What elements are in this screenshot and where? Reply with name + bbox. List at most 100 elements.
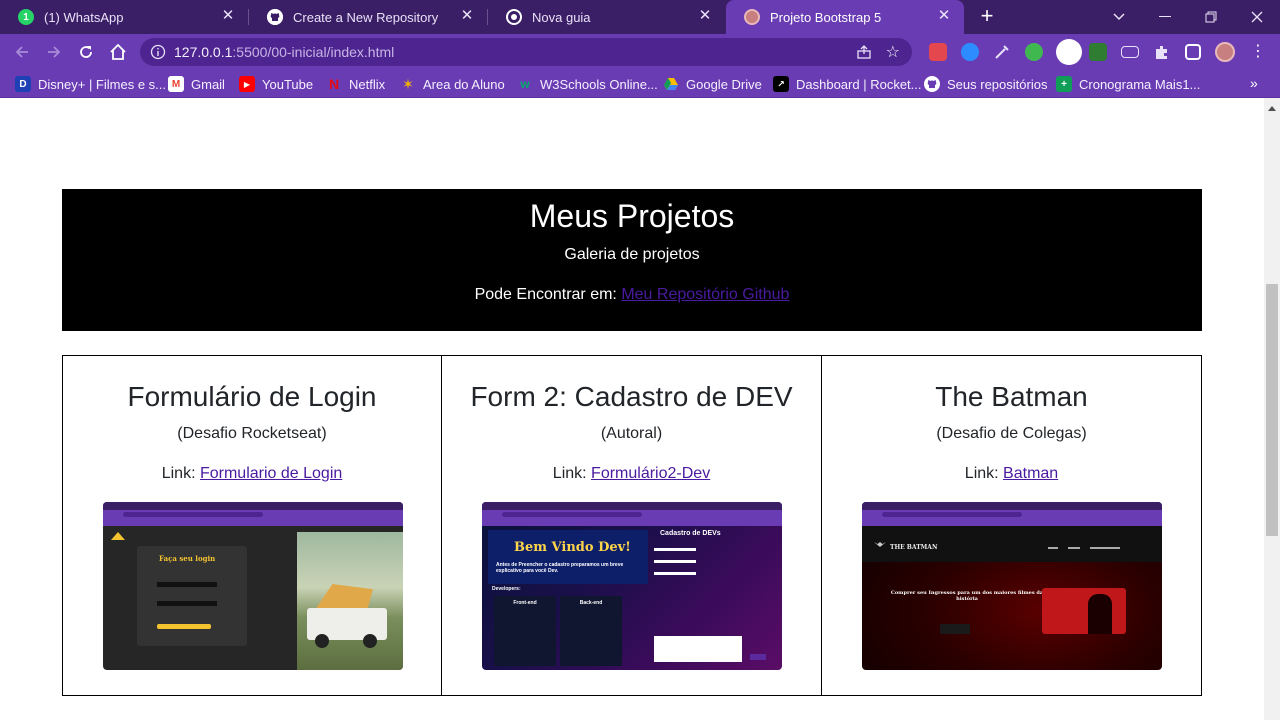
back-icon[interactable] bbox=[10, 40, 34, 64]
thumbnail-textarea bbox=[654, 636, 742, 662]
page-viewport: Meus Projetos Galeria de projetos Pode E… bbox=[0, 98, 1264, 720]
logo-icon bbox=[111, 532, 125, 540]
thumbnail-backend-title: Back-end bbox=[579, 600, 603, 606]
w3schools-icon: w bbox=[520, 77, 530, 91]
check-extension-icon[interactable] bbox=[1025, 43, 1043, 61]
project-screenshot-login[interactable]: Faça seu login bbox=[103, 502, 403, 670]
thumbnail-form-title: Cadastro de DEVs bbox=[660, 530, 721, 537]
close-window-icon[interactable] bbox=[1234, 0, 1280, 34]
batman-figure-shape bbox=[1088, 594, 1112, 634]
youtube-icon: ▶ bbox=[239, 76, 255, 92]
thumbnail-button bbox=[157, 624, 211, 629]
tab-strip: 1 (1) WhatsApp ✕ Create a New Repository… bbox=[0, 0, 1280, 34]
page-title: Meus Projetos bbox=[529, 198, 735, 234]
media-extension-icon[interactable] bbox=[1121, 46, 1139, 58]
scroll-up-arrow-icon[interactable] bbox=[1268, 106, 1276, 111]
thumbnail-input bbox=[654, 548, 696, 551]
project-link[interactable]: Formulário2-Dev bbox=[591, 465, 710, 482]
tab-projeto-bootstrap[interactable]: Projeto Bootstrap 5 ✕ bbox=[726, 0, 964, 34]
github-icon bbox=[924, 76, 940, 92]
project-title: Form 2: Cadastro de DEV bbox=[470, 381, 793, 412]
thumbnail-login-heading: Faça seu login bbox=[159, 554, 216, 563]
tab-label: Nova guia bbox=[532, 9, 591, 25]
thumbnail-browser-chrome bbox=[103, 502, 403, 526]
repository-line: Pode Encontrar em: Meu Repositório Githu… bbox=[62, 286, 1202, 304]
project-link[interactable]: Formulario de Login bbox=[200, 465, 342, 482]
tent-shape bbox=[315, 584, 373, 610]
profile-avatar[interactable] bbox=[1215, 42, 1235, 62]
thumbnail-photo bbox=[297, 532, 403, 670]
thumbnail-brand: THE BATMAN bbox=[890, 544, 938, 551]
drive-icon bbox=[663, 76, 679, 92]
home-icon[interactable] bbox=[106, 40, 130, 64]
thumbnail-developers-label: Developers: bbox=[492, 586, 521, 592]
bookmark-label: W3Schools Online... bbox=[540, 76, 658, 92]
bookmark-youtube[interactable]: ▶ YouTube bbox=[239, 76, 313, 92]
bookmark-rocketseat[interactable]: ↗ Dashboard | Rocket... bbox=[773, 76, 922, 92]
tab-search-chevron-icon[interactable] bbox=[1096, 0, 1142, 34]
json-extension-icon[interactable] bbox=[1056, 39, 1082, 65]
address-bar[interactable]: 127.0.0.1:5500/00-inicial/index.html ☆ bbox=[140, 38, 912, 66]
project-card-login: Formulário de Login (Desafio Rocketseat)… bbox=[62, 355, 442, 696]
eyedropper-extension-icon[interactable] bbox=[993, 43, 1011, 61]
bookmark-label: Seus repositórios bbox=[947, 76, 1048, 92]
bookmark-label: Area do Aluno bbox=[423, 76, 505, 92]
bookmark-w3schools[interactable]: w W3Schools Online... bbox=[517, 76, 658, 92]
bookmark-label: Google Drive bbox=[686, 76, 762, 92]
wheel-shape bbox=[363, 634, 377, 648]
close-icon[interactable]: ✕ bbox=[697, 8, 713, 24]
bookmark-area-aluno[interactable]: ✶ Area do Aluno bbox=[400, 76, 505, 92]
github-repository-link[interactable]: Meu Repositório Github bbox=[621, 286, 789, 303]
bookmark-label: Disney+ | Filmes e s... bbox=[38, 76, 166, 92]
tab-whatsapp[interactable]: 1 (1) WhatsApp ✕ bbox=[0, 0, 248, 34]
forward-icon[interactable] bbox=[42, 40, 66, 64]
thumbnail-browser-chrome bbox=[862, 502, 1162, 526]
url-text: 127.0.0.1:5500/00-inicial/index.html bbox=[174, 44, 394, 60]
side-panel-icon[interactable] bbox=[1185, 44, 1201, 60]
tab-nova-guia[interactable]: Nova guia ✕ bbox=[488, 0, 725, 34]
project-card-dev: Form 2: Cadastro de DEV (Autoral) Link: … bbox=[441, 355, 822, 696]
bookmark-label: Gmail bbox=[191, 76, 225, 92]
restore-icon[interactable] bbox=[1188, 0, 1234, 34]
bookmark-disney[interactable]: D Disney+ | Filmes e s... bbox=[15, 76, 166, 92]
close-icon[interactable]: ✕ bbox=[220, 8, 236, 24]
bookmarks-overflow-icon[interactable]: » bbox=[1250, 75, 1258, 91]
bookmark-google-drive[interactable]: Google Drive bbox=[663, 76, 762, 92]
thumbnail-input bbox=[654, 572, 696, 575]
bookmark-cronograma[interactable]: + Cronograma Mais1... bbox=[1056, 76, 1200, 92]
minimize-icon[interactable] bbox=[1142, 0, 1188, 34]
puzzle-icon[interactable] bbox=[1153, 43, 1171, 61]
thumbnail-input bbox=[654, 560, 696, 563]
url-host: 127.0.0.1 bbox=[174, 44, 233, 60]
project-screenshot-batman[interactable]: THE BATMAN Comprer seu Ingressos para um… bbox=[862, 502, 1162, 670]
thumbnail-headline: Comprer seu Ingressos para um dos maiore… bbox=[890, 590, 1044, 602]
bookmark-netflix[interactable]: N Netflix bbox=[326, 76, 385, 92]
netflix-icon: N bbox=[328, 76, 340, 92]
page-scrollbar[interactable] bbox=[1264, 98, 1280, 720]
bookmark-gmail[interactable]: M Gmail bbox=[168, 76, 225, 92]
cast-extension-icon[interactable] bbox=[929, 43, 947, 61]
reload-icon[interactable] bbox=[74, 40, 98, 64]
thumbnail-input bbox=[157, 582, 217, 587]
project-screenshot-dev[interactable]: Bem Vindo Dev! Antes de Preencher o cada… bbox=[482, 502, 782, 670]
thumbnail-frontend-title: Front-end bbox=[513, 600, 537, 606]
zoom-extension-icon[interactable] bbox=[961, 43, 979, 61]
site-info-icon[interactable] bbox=[150, 44, 166, 60]
bookmark-github-repos[interactable]: Seus repositórios bbox=[924, 76, 1047, 92]
bookmark-label: YouTube bbox=[262, 76, 314, 92]
scrollbar-thumb[interactable] bbox=[1266, 284, 1278, 536]
project-link-line: Link: Formulário2-Dev bbox=[442, 465, 821, 483]
thumbnail-card bbox=[940, 624, 970, 634]
close-icon[interactable]: ✕ bbox=[936, 8, 952, 24]
shield-extension-icon[interactable] bbox=[1089, 43, 1107, 61]
share-icon[interactable] bbox=[856, 44, 872, 60]
thumbnail-poster bbox=[1042, 588, 1126, 634]
project-link[interactable]: Batman bbox=[1003, 465, 1058, 482]
menu-kebab-icon[interactable]: ⋮ bbox=[1248, 42, 1268, 62]
link-prefix: Link: bbox=[552, 465, 592, 482]
project-origin: (Desafio Rocketseat) bbox=[177, 425, 327, 442]
tab-create-repository[interactable]: Create a New Repository ✕ bbox=[249, 0, 487, 34]
bookmark-star-icon[interactable]: ☆ bbox=[886, 42, 900, 62]
close-icon[interactable]: ✕ bbox=[459, 8, 475, 24]
new-tab-button[interactable]: + bbox=[976, 5, 998, 28]
